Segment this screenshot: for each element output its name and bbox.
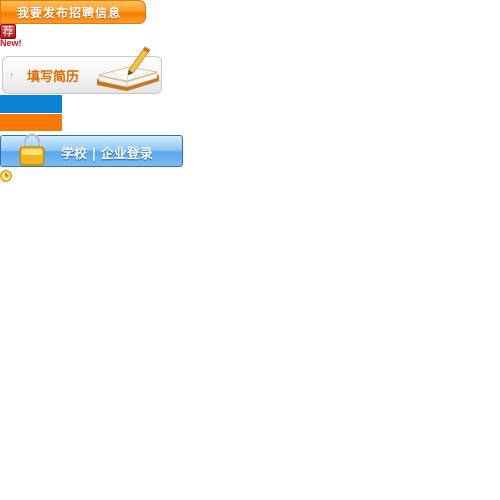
recommend-badge: 荐 (0, 24, 16, 39)
blue-bar (0, 95, 62, 113)
login-label: 学校 | 企业登录 (61, 147, 153, 162)
school-company-login-button[interactable]: 学校 | 企业登录 (0, 133, 183, 167)
fill-resume-button[interactable]: › 填写简历 (2, 46, 162, 94)
lock-icon (19, 133, 45, 166)
post-job-label: 我要发布招聘信息 (16, 5, 121, 20)
post-job-button[interactable]: 我要发布招聘信息 (0, 0, 146, 24)
book-pen-icon (97, 46, 159, 91)
orange-bar (0, 113, 62, 131)
new-label: New! (0, 38, 22, 48)
page: 我要发布招聘信息 荐 New! › 填写简历 学校 | 企业登录 (0, 0, 500, 500)
fill-resume-label: 填写简历 (27, 70, 80, 85)
clock-icon (0, 170, 12, 182)
chevron-right-icon: › (10, 70, 14, 79)
